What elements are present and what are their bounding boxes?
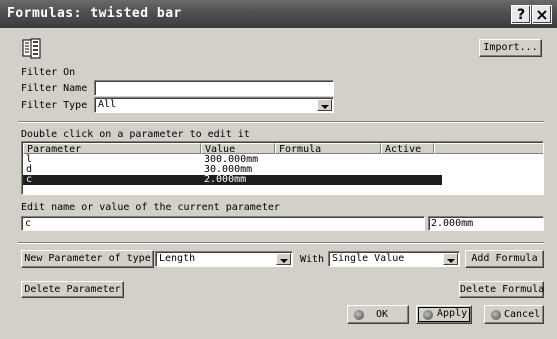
parameter-table[interactable]: Parameter Value Formula Active l 300.000… (21, 141, 544, 195)
chevron-down-icon[interactable] (443, 253, 458, 265)
chevron-down-icon[interactable] (317, 99, 332, 111)
filter-heading: Filter On (21, 67, 76, 78)
filter-type-label: Filter Type : (21, 100, 100, 111)
help-button[interactable]: ? (511, 5, 531, 24)
with-label: With (300, 254, 325, 265)
column-header-active[interactable]: Active (381, 143, 434, 155)
with-value-select[interactable]: Single Value (328, 251, 460, 267)
table-body: Parameter Value Formula Active l 300.000… (23, 143, 543, 193)
cancel-label: Cancel (504, 309, 541, 320)
apply-button[interactable]: Apply (416, 305, 472, 324)
cell-value: 2.000mm (204, 174, 247, 185)
filter-type-value: All (98, 99, 117, 110)
window-title: Formulas: twisted bar (7, 6, 182, 21)
with-value: Single Value (332, 253, 405, 264)
apply-label: Apply (437, 308, 468, 319)
column-header-value[interactable]: Value (201, 143, 275, 155)
filter-name-field[interactable] (94, 80, 334, 96)
table-heading: Double click on a parameter to edit it (21, 129, 250, 140)
formula-icon[interactable] (22, 38, 42, 60)
formulas-dialog: Formulas: twisted bar ? × Import... Filt… (0, 0, 557, 339)
cancel-icon (491, 310, 501, 320)
apply-icon (423, 310, 433, 320)
edit-name-field[interactable]: c (21, 216, 425, 231)
edit-value-field[interactable]: 2.000mm (428, 216, 544, 231)
edit-heading: Edit name or value of the current parame… (21, 202, 280, 213)
table-row-selected[interactable]: c 2.000mm (23, 175, 442, 185)
separator (18, 121, 544, 123)
add-formula-button[interactable]: Add Formula (465, 250, 544, 268)
ok-button[interactable]: OK (347, 305, 409, 324)
ok-label: OK (376, 309, 389, 320)
import-button[interactable]: Import... (479, 39, 542, 57)
column-header-empty (434, 143, 543, 154)
title-bar[interactable]: Formulas: twisted bar ? × (0, 0, 557, 28)
column-header-formula[interactable]: Formula (275, 143, 381, 155)
separator (18, 242, 544, 244)
ok-icon (354, 310, 364, 320)
column-header-parameter[interactable]: Parameter (23, 143, 201, 155)
delete-parameter-button[interactable]: Delete Parameter (21, 281, 124, 298)
filter-type-select[interactable]: All (94, 97, 334, 113)
parameter-type-select[interactable]: Length (155, 251, 293, 267)
cancel-button[interactable]: Cancel (484, 305, 544, 324)
cell-parameter: c (26, 174, 33, 185)
delete-formula-button[interactable]: Delete Formula (459, 281, 544, 298)
new-parameter-button[interactable]: New Parameter of type (21, 250, 154, 268)
filter-name-label: Filter Name : (21, 83, 100, 94)
chevron-down-icon[interactable] (276, 253, 291, 265)
close-button[interactable]: × (532, 5, 552, 24)
parameter-type-value: Length (159, 253, 196, 264)
